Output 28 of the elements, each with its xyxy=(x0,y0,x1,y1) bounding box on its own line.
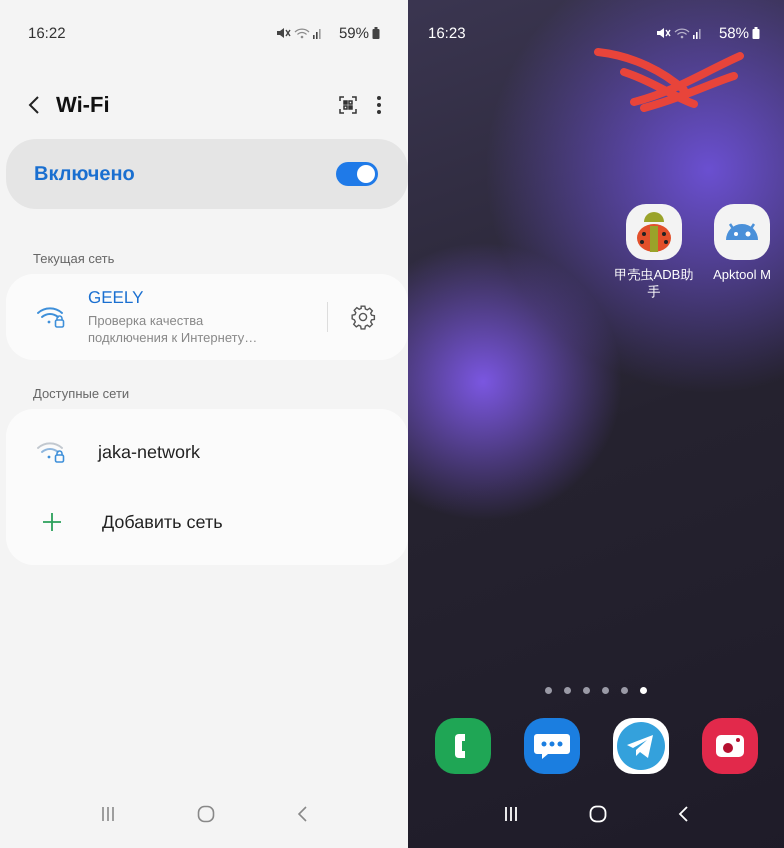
recent-apps-button[interactable] xyxy=(503,806,519,822)
switch-label: Включено xyxy=(34,162,135,186)
back-nav-button[interactable] xyxy=(677,806,689,822)
network-item[interactable]: jaka-network xyxy=(98,442,200,462)
status-time: 16:23 xyxy=(428,24,466,42)
page-title: Wi-Fi xyxy=(56,92,110,118)
section-heading: Текущая сеть xyxy=(32,250,116,268)
add-network-link[interactable]: Добавить сеть xyxy=(102,512,223,532)
camera-app-icon[interactable] xyxy=(702,718,758,774)
phone-app-icon[interactable] xyxy=(434,718,490,774)
status-time: 16:22 xyxy=(28,24,66,42)
battery-level: 58% xyxy=(718,24,749,42)
ladybug-app-icon[interactable] xyxy=(626,204,682,260)
more-options-icon[interactable] xyxy=(376,95,382,115)
battery-icon xyxy=(372,27,380,39)
paper-plane-app-icon[interactable] xyxy=(612,718,668,774)
battery-icon xyxy=(752,27,760,39)
wifi-toggle[interactable] xyxy=(336,162,378,186)
network-name: GEELY xyxy=(88,288,144,308)
battery-level: 59% xyxy=(338,24,369,42)
app-label: 甲壳虫ADB助手 xyxy=(614,266,694,300)
chat-bubble-app-icon[interactable] xyxy=(524,718,580,774)
network-status: Проверка качества подключения к Интернету… xyxy=(88,312,258,346)
android-gear-app-icon[interactable] xyxy=(714,204,770,260)
section-heading: Доступные сети xyxy=(32,385,130,403)
current-network-card[interactable]: GEELY Проверка качества подключения к Интернету… xyxy=(6,274,408,360)
plus-icon xyxy=(42,512,62,532)
app-label: Apktool M xyxy=(712,266,772,283)
